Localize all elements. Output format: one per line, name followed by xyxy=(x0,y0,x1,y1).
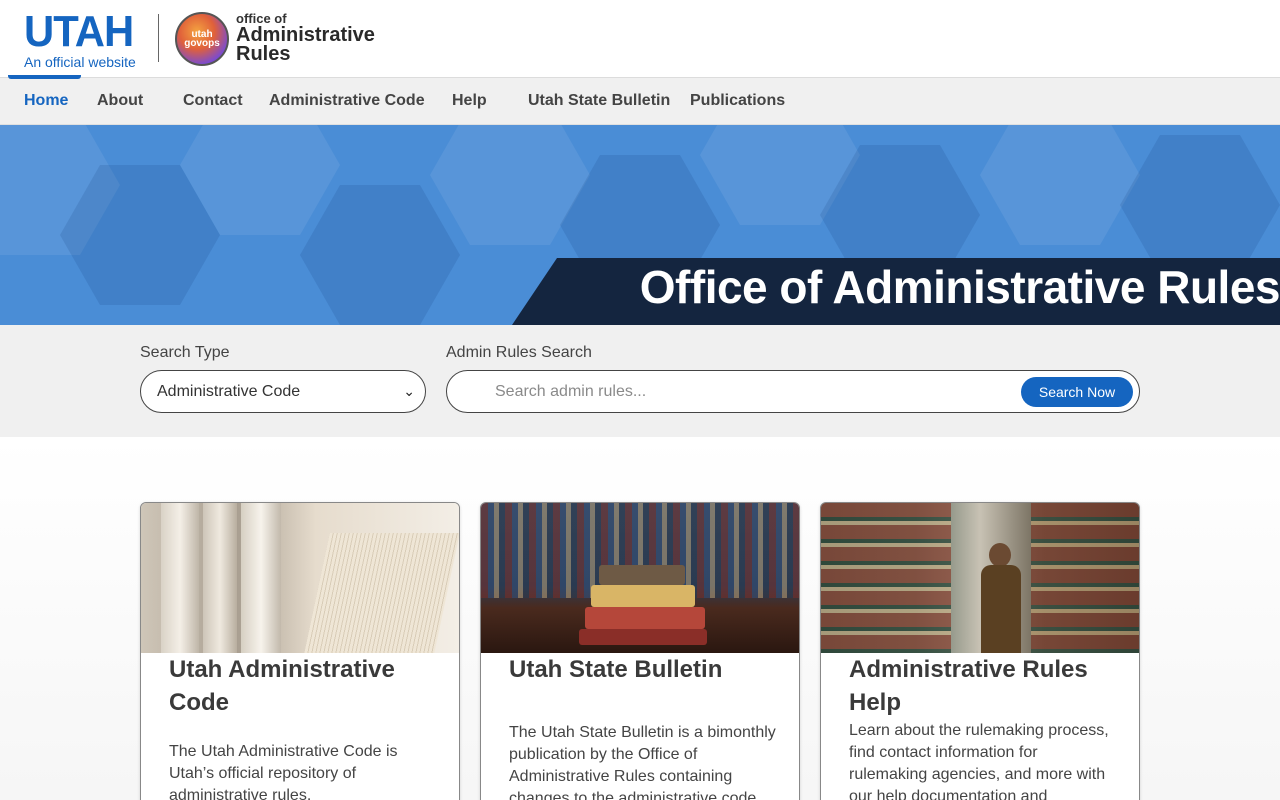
left-bookshelf-shape xyxy=(821,503,951,653)
book-spine-shape xyxy=(203,503,237,653)
book-stack-shape xyxy=(599,565,685,585)
search-type-label: Search Type xyxy=(140,344,230,361)
search-input[interactable] xyxy=(495,371,1015,412)
official-website-label[interactable]: An official website xyxy=(24,54,139,70)
book-spine-shape xyxy=(241,503,281,653)
nav-item-home[interactable]: Home xyxy=(24,78,68,125)
card-title[interactable]: Utah Administrative Code xyxy=(169,653,439,719)
card-image-library-reader xyxy=(821,503,1139,653)
nav-item-administrative-code[interactable]: Administrative Code xyxy=(269,78,425,125)
card-description: Learn about the rulemaking process, find… xyxy=(849,722,1109,800)
site-header: UTAH An official website utah govops off… xyxy=(0,0,1280,78)
search-now-button[interactable]: Search Now xyxy=(1021,377,1133,407)
card-description: The Utah Administrative Code is Utah’s o… xyxy=(169,743,398,800)
card-image-books xyxy=(141,503,459,653)
book-stack-shape xyxy=(585,607,705,629)
admin-rules-search-label: Admin Rules Search xyxy=(446,344,592,361)
search-type-select[interactable]: Administrative Code ⌄ xyxy=(140,370,426,413)
book-stack-shape xyxy=(591,585,695,607)
hero-title: Office of Administrative Rules xyxy=(639,261,1280,313)
utah-logo[interactable]: UTAH An official website xyxy=(24,7,139,71)
book-pages-shape xyxy=(302,533,459,653)
card-description: The Utah State Bulletin is a bimonthly p… xyxy=(509,724,776,800)
office-title-line-2: Rules xyxy=(236,43,291,65)
book-stack-shape xyxy=(579,629,707,645)
admin-rules-search-box: Search Now xyxy=(446,370,1140,413)
card-title[interactable]: Utah State Bulletin xyxy=(509,653,779,686)
card-image-book-stack xyxy=(481,503,799,653)
search-section: Search Type Administrative Code ⌄ Admin … xyxy=(0,325,1280,437)
utah-wordmark: UTAH xyxy=(24,7,134,56)
logo-divider xyxy=(158,14,159,62)
badge-text-govops: govops xyxy=(184,38,220,49)
hero-hex-pattern xyxy=(300,185,460,325)
nav-item-utah-state-bulletin[interactable]: Utah State Bulletin xyxy=(528,78,670,125)
right-bookshelf-shape xyxy=(1031,503,1139,653)
search-type-value: Administrative Code xyxy=(157,383,301,400)
book-spine-shape xyxy=(161,503,199,653)
card-title[interactable]: Administrative Rules Help xyxy=(849,653,1119,719)
hero-banner: Office of Administrative Rules xyxy=(0,125,1280,325)
nav-item-help[interactable]: Help xyxy=(452,78,487,125)
reader-head-shape xyxy=(989,543,1011,567)
card-administrative-code[interactable]: Utah Administrative Code The Utah Admini… xyxy=(140,502,460,800)
nav-item-contact[interactable]: Contact xyxy=(183,78,243,125)
nav-item-publications[interactable]: Publications xyxy=(690,78,785,125)
chevron-down-icon: ⌄ xyxy=(403,383,415,399)
card-administrative-rules-help[interactable]: Administrative Rules Help Learn about th… xyxy=(820,502,1140,800)
office-logo-title[interactable]: office of Administrative Rules xyxy=(236,12,375,65)
card-utah-state-bulletin[interactable]: Utah State Bulletin The Utah State Bulle… xyxy=(480,502,800,800)
content-section: Utah Administrative Code The Utah Admini… xyxy=(0,437,1280,800)
hero-hex-pattern xyxy=(1120,135,1280,275)
reader-body-shape xyxy=(981,565,1021,653)
govops-badge-icon: utah govops xyxy=(175,12,229,66)
main-nav: Home About Contact Administrative Code H… xyxy=(0,75,1280,125)
nav-item-about[interactable]: About xyxy=(97,78,143,125)
hero-hex-pattern xyxy=(980,125,1140,245)
